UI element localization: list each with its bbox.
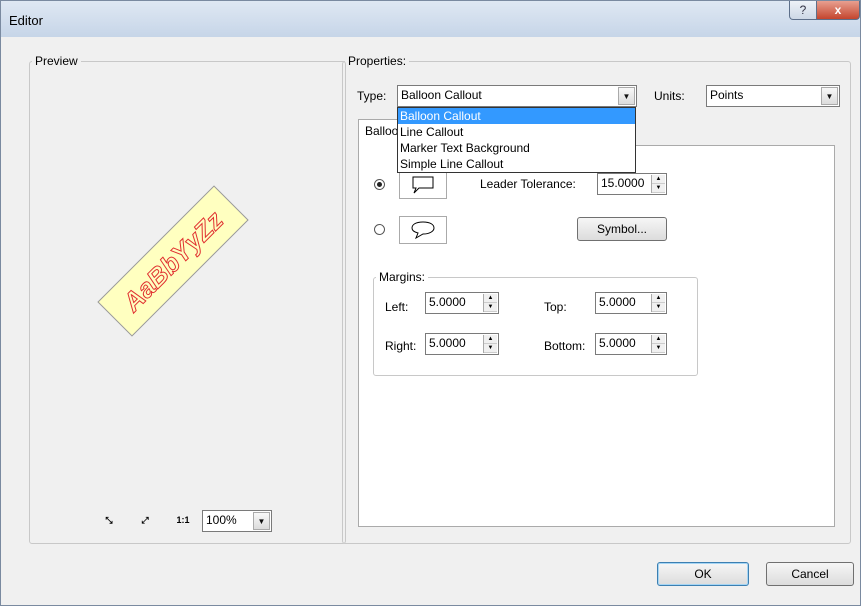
editor-window: Editor ? x Preview AaBbYyZz ⤡ ⤢ 1:1 100%… bbox=[0, 0, 861, 606]
spin-up-icon[interactable]: ▲ bbox=[652, 175, 665, 184]
leader-tolerance-input[interactable]: 15.0000 ▲ ▼ bbox=[597, 173, 667, 195]
list-item[interactable]: Balloon Callout bbox=[398, 108, 635, 124]
zoom-to-extent-icon[interactable]: ⤢ bbox=[134, 510, 156, 530]
zoom-to-fit-icon[interactable]: ⤡ bbox=[98, 510, 120, 530]
zoom-value: 100% bbox=[206, 513, 237, 527]
right-margin-value: 5.0000 bbox=[429, 336, 466, 350]
units-value: Points bbox=[710, 88, 744, 102]
cancel-button[interactable]: Cancel bbox=[766, 562, 854, 586]
actual-size-icon[interactable]: 1:1 bbox=[172, 510, 194, 530]
spin-buttons[interactable]: ▲ ▼ bbox=[651, 294, 665, 312]
spin-up-icon[interactable]: ▲ bbox=[652, 294, 665, 303]
spin-up-icon[interactable]: ▲ bbox=[652, 335, 665, 344]
sample-text: AaBbYyZz bbox=[116, 205, 229, 318]
window-title: Editor bbox=[9, 13, 43, 28]
help-button[interactable]: ? bbox=[789, 1, 817, 20]
ok-button[interactable]: OK bbox=[657, 562, 749, 586]
rounded-callout-radio[interactable] bbox=[374, 224, 385, 235]
margins-legend: Margins: bbox=[379, 270, 426, 284]
spin-buttons[interactable]: ▲ ▼ bbox=[483, 335, 497, 353]
spin-up-icon[interactable]: ▲ bbox=[484, 294, 497, 303]
symbol-button[interactable]: Symbol... bbox=[577, 217, 667, 241]
units-label: Units: bbox=[654, 89, 685, 103]
title-bar[interactable]: Editor ? x bbox=[1, 1, 860, 37]
type-label: Type: bbox=[357, 89, 387, 103]
left-margin-label: Left: bbox=[385, 300, 409, 314]
spin-down-icon[interactable]: ▼ bbox=[652, 184, 665, 193]
leader-tolerance-label: Leader Tolerance: bbox=[480, 177, 576, 191]
bottom-margin-input[interactable]: 5.0000 ▲ ▼ bbox=[595, 333, 667, 355]
right-margin-label: Right: bbox=[385, 339, 417, 353]
spin-buttons[interactable]: ▲ ▼ bbox=[651, 335, 665, 353]
right-margin-input[interactable]: 5.0000 ▲ ▼ bbox=[425, 333, 499, 355]
leader-tolerance-value: 15.0000 bbox=[601, 176, 645, 190]
list-item[interactable]: Simple Line Callout bbox=[398, 156, 635, 172]
type-combo[interactable]: Balloon Callout ▼ bbox=[397, 85, 637, 107]
spin-down-icon[interactable]: ▼ bbox=[484, 344, 497, 353]
bottom-margin-value: 5.0000 bbox=[599, 336, 636, 350]
spin-down-icon[interactable]: ▼ bbox=[652, 344, 665, 353]
chevron-down-icon[interactable]: ▼ bbox=[618, 87, 635, 105]
top-margin-label: Top: bbox=[544, 300, 567, 314]
rounded-callout-icon[interactable] bbox=[399, 216, 447, 244]
bottom-margin-label: Bottom: bbox=[544, 339, 586, 353]
top-margin-input[interactable]: 5.0000 ▲ ▼ bbox=[595, 292, 667, 314]
zoom-combo[interactable]: 100% ▼ bbox=[202, 510, 272, 532]
tab-balloon-callout[interactable]: Balloon Callout bbox=[358, 119, 398, 147]
units-combo[interactable]: Points ▼ bbox=[706, 85, 840, 107]
list-item[interactable]: Marker Text Background bbox=[398, 140, 635, 156]
spin-down-icon[interactable]: ▼ bbox=[484, 303, 497, 312]
spin-buttons[interactable]: ▲ ▼ bbox=[651, 175, 665, 193]
preview-legend: Preview bbox=[35, 54, 78, 68]
spin-down-icon[interactable]: ▼ bbox=[652, 303, 665, 312]
top-margin-value: 5.0000 bbox=[599, 295, 636, 309]
left-margin-value: 5.0000 bbox=[429, 295, 466, 309]
list-item[interactable]: Line Callout bbox=[398, 124, 635, 140]
spin-up-icon[interactable]: ▲ bbox=[484, 335, 497, 344]
rectangle-callout-radio[interactable] bbox=[374, 179, 385, 190]
spin-buttons[interactable]: ▲ ▼ bbox=[483, 294, 497, 312]
chevron-down-icon[interactable]: ▼ bbox=[253, 512, 270, 530]
left-margin-input[interactable]: 5.0000 ▲ ▼ bbox=[425, 292, 499, 314]
close-button[interactable]: x bbox=[816, 1, 860, 20]
properties-legend: Properties: bbox=[348, 54, 407, 68]
rectangle-callout-icon[interactable] bbox=[399, 171, 447, 199]
margins-group: Margins: bbox=[373, 270, 698, 376]
type-value: Balloon Callout bbox=[401, 88, 482, 102]
preview-sample: AaBbYyZz bbox=[97, 185, 249, 337]
chevron-down-icon[interactable]: ▼ bbox=[821, 87, 838, 105]
type-dropdown-list[interactable]: Balloon Callout Line Callout Marker Text… bbox=[397, 107, 636, 173]
